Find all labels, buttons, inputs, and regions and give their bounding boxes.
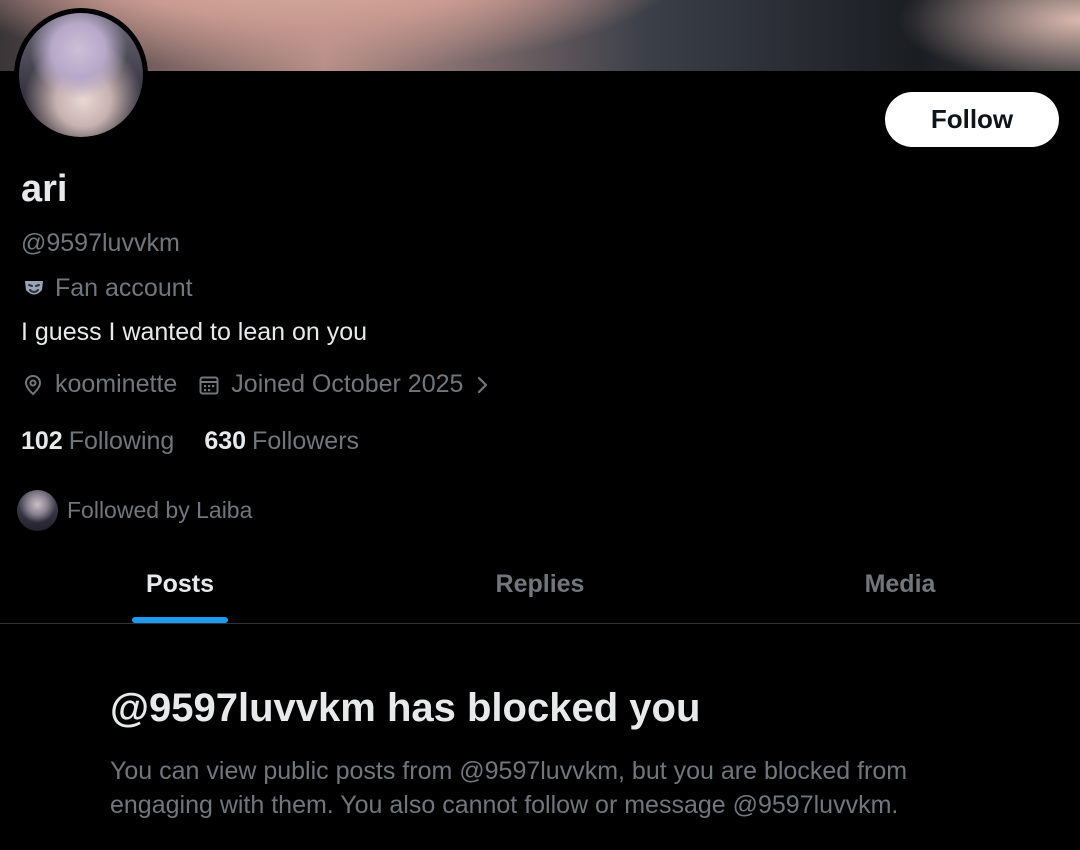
tab-posts-label: Posts <box>145 569 215 598</box>
profile-avatar[interactable] <box>14 8 148 142</box>
following-link[interactable]: 102 Following <box>21 427 174 456</box>
follower-avatar <box>17 490 58 531</box>
followers-label: Followers <box>252 427 360 455</box>
followed-by-label: Followed by Laiba <box>67 497 253 523</box>
tab-media[interactable]: Media <box>720 555 1080 623</box>
tab-posts[interactable]: Posts <box>0 555 360 623</box>
follow-button[interactable]: Follow <box>885 92 1059 147</box>
profile-category: Fan account <box>21 274 193 303</box>
category-label: Fan account <box>55 274 193 302</box>
followers-count: 630 <box>204 427 247 455</box>
joined-label: Joined October 2025 <box>231 370 464 398</box>
follow-stats: 102 Following 630 Followers <box>21 427 389 456</box>
profile-name: ari <box>21 168 68 210</box>
tab-replies[interactable]: Replies <box>360 555 720 623</box>
calendar-icon <box>197 373 221 397</box>
chevron-right-icon[interactable] <box>473 373 493 397</box>
profile-bio: I guess I wanted to lean on you <box>21 318 368 346</box>
location-item: koominette <box>21 370 177 399</box>
location-label: koominette <box>55 370 178 398</box>
profile-page: Follow ari @9597luvvkm Fan account I gue… <box>0 0 1080 850</box>
theater-mask-icon <box>21 276 47 302</box>
following-label: Following <box>68 427 175 455</box>
following-count: 102 <box>21 427 63 455</box>
avatar-image <box>19 13 143 137</box>
blocked-description: You can view public posts from @9597luvv… <box>110 757 908 819</box>
joined-item[interactable]: Joined October 2025 <box>197 370 493 399</box>
active-tab-indicator <box>132 617 228 623</box>
profile-meta: koominette Joined October 2025 <box>21 370 513 399</box>
tab-media-label: Media <box>864 569 936 598</box>
tab-replies-label: Replies <box>495 569 585 598</box>
profile-tabs: Posts Replies Media <box>0 555 1080 624</box>
location-pin-icon <box>21 373 45 397</box>
followed-by[interactable]: Followed by Laiba <box>17 490 252 531</box>
blocked-title: @9597luvvkm has blocked you <box>110 686 701 730</box>
followers-link[interactable]: 630 Followers <box>204 427 359 456</box>
profile-handle: @9597luvvkm <box>21 229 180 257</box>
profile-banner[interactable] <box>0 0 1080 71</box>
